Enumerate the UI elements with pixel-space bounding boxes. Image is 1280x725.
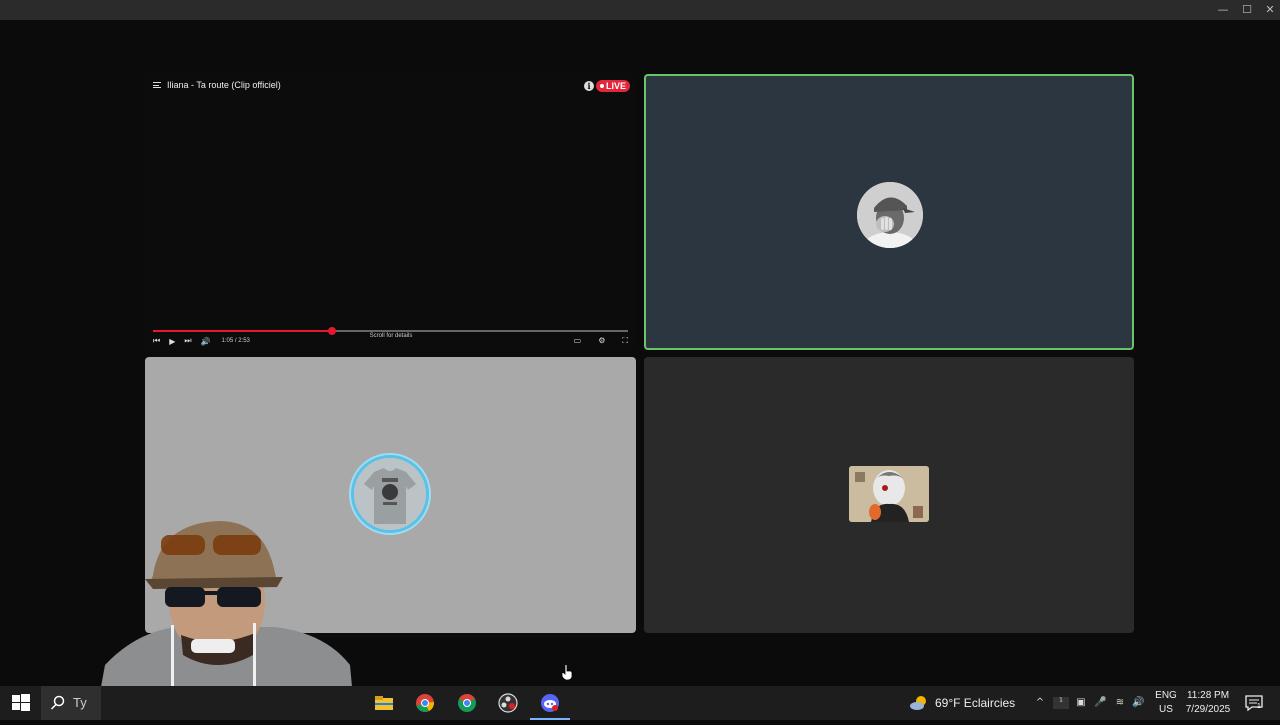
start-button[interactable]	[11, 693, 31, 713]
obs-icon[interactable]	[498, 693, 518, 713]
chrome-icon[interactable]	[415, 693, 435, 713]
window-titlebar: — ☐ ✕	[0, 0, 1280, 20]
language-code: ENG	[1155, 690, 1177, 701]
avatar	[351, 455, 429, 533]
notification-icon	[1245, 695, 1263, 712]
video-progress-fill	[153, 330, 332, 332]
live-badge: LIVE	[595, 80, 630, 92]
search-icon	[50, 695, 65, 710]
avatar	[849, 466, 929, 522]
shared-video-tile[interactable]: Iliana - Ta route (Clip officiel) i LIVE…	[145, 74, 636, 350]
avatar-anime-photo-icon	[849, 466, 929, 522]
next-icon[interactable]: ⏭	[184, 336, 191, 346]
discord-icon[interactable]	[540, 693, 560, 713]
weather-icon[interactable]	[909, 693, 929, 713]
hand-cursor-icon	[561, 664, 573, 681]
input-method-icon[interactable]: ¹	[1053, 697, 1069, 709]
play-icon[interactable]: ▶	[169, 337, 175, 346]
clock-date: 7/29/2025	[1185, 704, 1231, 715]
taskbar-search[interactable]	[41, 686, 101, 720]
maximize-button[interactable]: ☐	[1236, 2, 1258, 18]
captions-icon[interactable]: ▭	[574, 336, 582, 346]
file-explorer-icon[interactable]	[374, 693, 394, 713]
previous-icon[interactable]: ⏮	[153, 336, 160, 346]
scroll-hint-text: Scroll for details	[369, 333, 413, 339]
playlist-icon[interactable]	[153, 82, 161, 88]
system-clock[interactable]: 11:28 PM 7/29/2025	[1177, 689, 1239, 717]
video-progress-bar[interactable]	[153, 327, 628, 335]
avatar-tshirt-photo-icon	[354, 458, 426, 530]
notification-count: 1	[1257, 703, 1261, 710]
speaker-icon[interactable]: 🔊	[1132, 697, 1144, 709]
chevron-up-icon[interactable]: ^	[1034, 697, 1046, 709]
weather-text[interactable]: 69°F Eclaircies	[935, 686, 1015, 720]
video-time: 1:05 / 2:53	[221, 338, 250, 344]
windows-logo-icon	[12, 694, 30, 711]
participant-tile[interactable]	[644, 357, 1134, 633]
microphone-icon[interactable]: 🎤	[1094, 697, 1106, 709]
meet-now-icon[interactable]: ▣	[1075, 697, 1087, 709]
scroll-hint[interactable]: Scroll for details	[369, 333, 413, 339]
clock-time: 11:28 PM	[1186, 690, 1230, 701]
participant-tile-speaking[interactable]	[644, 74, 1134, 350]
taskbar: Ty 69°F Eclaircies ^ ¹ ▣ 🎤 ≋ 🔊 ENG US 11…	[0, 686, 1280, 720]
avatar	[857, 182, 923, 248]
chrome-dev-icon[interactable]	[457, 693, 477, 713]
fullscreen-icon[interactable]: ⛶	[622, 336, 628, 346]
video-title-text: Iliana - Ta route (Clip officiel)	[167, 80, 281, 90]
avatar-cap-photo-icon	[857, 182, 923, 248]
language-indicator[interactable]: ENG US	[1155, 689, 1177, 717]
search-input-text[interactable]: Ty	[73, 695, 87, 710]
volume-icon[interactable]: 🔊	[201, 337, 211, 346]
close-button[interactable]: ✕	[1259, 2, 1280, 18]
settings-icon[interactable]: ⚙	[598, 336, 605, 346]
video-controls: ⏮ ▶ ⏭ 🔊 1:05 / 2:53 Scroll for details ▭…	[153, 333, 628, 346]
live-dot-icon	[599, 84, 604, 88]
wifi-icon[interactable]: ≋	[1114, 697, 1126, 709]
video-progress-handle[interactable]	[327, 327, 336, 335]
info-icon[interactable]: i	[584, 81, 594, 91]
live-label: LIVE	[605, 81, 626, 91]
video-title[interactable]: Iliana - Ta route (Clip officiel)	[153, 80, 281, 90]
notifications-button[interactable]: 1	[1244, 693, 1264, 713]
mouse-cursor	[561, 664, 573, 685]
minimize-button[interactable]: —	[1212, 2, 1234, 18]
keyboard-region: US	[1159, 704, 1173, 715]
